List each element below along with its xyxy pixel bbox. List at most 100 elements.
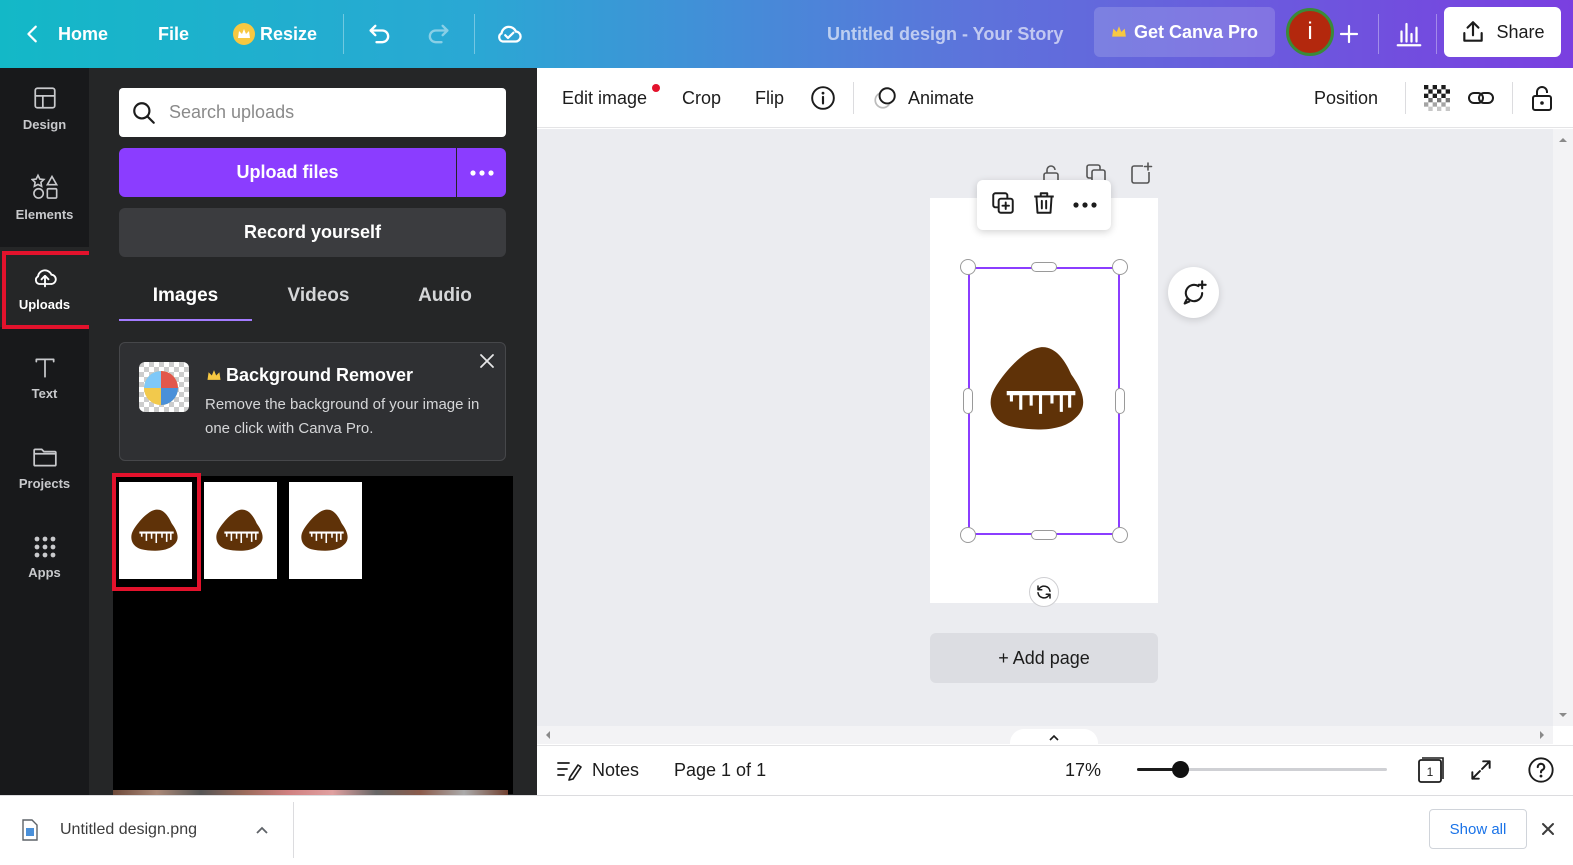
show-all-button[interactable]: Show all [1429, 809, 1527, 849]
page-grid-button[interactable]: 1 [1416, 745, 1446, 795]
download-item[interactable]: Untitled design.png [20, 808, 269, 852]
redo-icon [428, 24, 449, 44]
resize-handle-top-left[interactable] [960, 259, 976, 275]
page-indicator[interactable]: Page 1 of 1 [674, 745, 766, 795]
record-yourself-button[interactable]: Record yourself [119, 208, 506, 257]
resize-handle-top-right[interactable] [1112, 259, 1128, 275]
resize-handle-top[interactable] [1031, 262, 1057, 272]
undo-button[interactable] [366, 0, 394, 68]
rail-item-label: Projects [18, 475, 71, 491]
upload-options-button[interactable] [457, 148, 506, 197]
add-page-icon-button[interactable] [1129, 162, 1153, 186]
search-box[interactable] [119, 88, 506, 137]
chevron-up-icon[interactable] [255, 825, 269, 835]
duplicate-element-button[interactable] [990, 190, 1016, 221]
tab-label: Videos [287, 285, 350, 306]
crop-button[interactable]: Crop [682, 68, 721, 128]
info-button[interactable] [810, 68, 836, 128]
tab-audio[interactable]: Audio [385, 274, 505, 318]
avatar-initial: i [1307, 18, 1313, 45]
add-page-button[interactable]: + Add page [930, 633, 1158, 683]
resize-handle-bottom[interactable] [1031, 530, 1057, 540]
brown-blob-image [300, 509, 348, 551]
animate-button[interactable]: Animate [872, 68, 974, 128]
element-floating-menu [977, 180, 1111, 230]
resize-handle-right[interactable] [1115, 388, 1125, 414]
resize-button[interactable]: Resize [233, 0, 317, 68]
show-pages-button[interactable] [1010, 729, 1098, 745]
rail-item-design[interactable]: Design [0, 68, 89, 148]
fullscreen-button[interactable] [1468, 745, 1494, 795]
rotate-handle[interactable] [1029, 577, 1059, 607]
search-icon [133, 101, 155, 124]
tab-videos[interactable]: Videos [252, 274, 385, 318]
topbar-divider [343, 14, 344, 54]
background-remover-thumbnail [139, 362, 189, 412]
upload-files-button[interactable]: Upload files [119, 148, 456, 197]
upload-thumbnail[interactable] [289, 482, 362, 579]
rail-item-elements[interactable]: Elements [0, 157, 89, 237]
link-button[interactable] [1467, 68, 1495, 128]
plus-icon [1339, 24, 1359, 44]
crown-icon [233, 23, 255, 45]
brown-blob-image[interactable] [988, 342, 1092, 438]
file-menu-button[interactable]: File [158, 0, 189, 68]
more-options-button[interactable] [1072, 196, 1098, 214]
rail-item-text[interactable]: Text [0, 337, 89, 417]
document-title[interactable]: Untitled design - Your Story [827, 0, 1063, 68]
redo-button[interactable] [424, 0, 452, 68]
resize-handle-bottom-left[interactable] [960, 527, 976, 543]
document-title-text: Untitled design - Your Story [827, 23, 1064, 44]
flip-button[interactable]: Flip [755, 68, 784, 128]
help-button[interactable] [1527, 745, 1555, 795]
avatar[interactable]: i [1286, 8, 1334, 56]
bar-chart-icon [1396, 22, 1422, 47]
transparency-button[interactable] [1424, 68, 1450, 128]
insights-button[interactable] [1394, 0, 1424, 68]
crop-label: Crop [682, 87, 722, 108]
get-pro-button[interactable]: Get Canva Pro [1094, 7, 1275, 57]
add-page-label: + Add page [998, 647, 1090, 668]
invite-button[interactable] [1337, 0, 1361, 68]
add-comment-button[interactable] [1168, 267, 1219, 318]
more-horizontal-icon [1073, 202, 1097, 208]
upload-thumbnail[interactable] [204, 482, 277, 579]
home-button[interactable]: Home [22, 0, 108, 68]
chevron-up-icon [1049, 734, 1059, 741]
active-tab-indicator [119, 319, 252, 321]
animate-icon [874, 87, 896, 109]
scroll-left-icon [546, 731, 550, 739]
scroll-up-icon [1559, 138, 1567, 142]
vertical-scrollbar[interactable] [1553, 129, 1573, 726]
rail-item-apps[interactable]: Apps [0, 517, 89, 597]
close-download-bar-button[interactable] [1539, 820, 1557, 838]
background-remover-title: Background Remover [206, 365, 413, 386]
download-divider [293, 802, 294, 858]
rail-item-label: Apps [28, 564, 61, 580]
share-button[interactable]: Share [1444, 7, 1561, 57]
edit-image-button[interactable]: Edit image [562, 68, 647, 128]
more-horizontal-icon [469, 169, 494, 176]
notes-button[interactable]: Notes [556, 745, 639, 795]
uploads-highlight [2, 251, 101, 329]
notes-icon [557, 762, 582, 781]
tab-label: Audio [418, 285, 472, 306]
get-pro-label: Get Canva Pro [1133, 21, 1259, 42]
upload-files-label: Upload files [236, 162, 339, 182]
delete-element-button[interactable] [1031, 190, 1057, 221]
search-input[interactable] [169, 102, 489, 123]
save-status-button[interactable] [494, 0, 524, 68]
lock-button[interactable] [1530, 68, 1554, 128]
zoom-level[interactable]: 17% [1065, 745, 1101, 795]
folder-icon [32, 448, 57, 467]
zoom-slider-knob[interactable] [1171, 761, 1189, 778]
position-button[interactable]: Position [1314, 68, 1378, 128]
rail-item-label: Text [31, 385, 58, 401]
close-promo-button[interactable] [478, 352, 496, 370]
rail-item-label: Design [22, 116, 67, 132]
rail-item-projects[interactable]: Projects [0, 427, 89, 507]
add-page-icon [1131, 162, 1153, 184]
resize-handle-bottom-right[interactable] [1112, 527, 1128, 543]
resize-handle-left[interactable] [963, 388, 973, 414]
tab-images[interactable]: Images [119, 274, 252, 318]
